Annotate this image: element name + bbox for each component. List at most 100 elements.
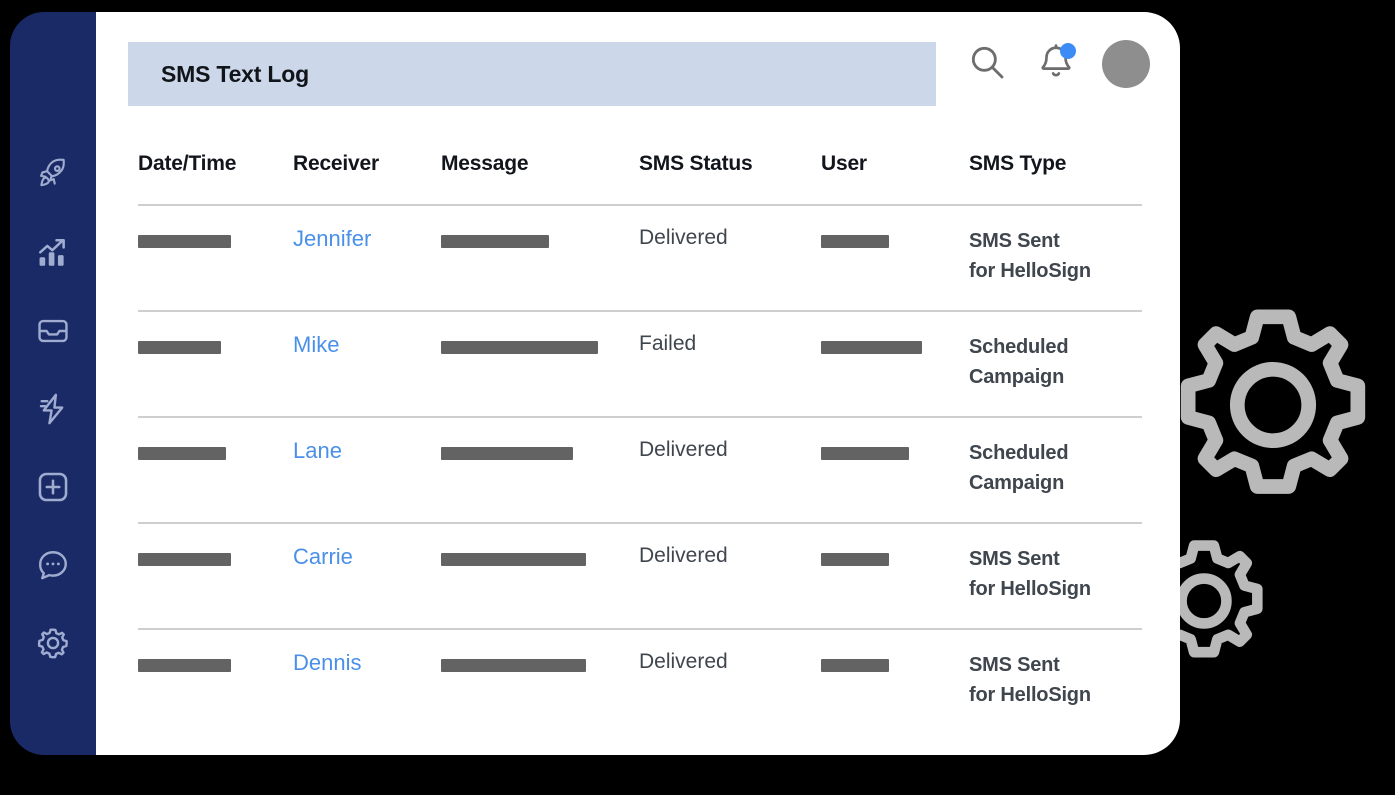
column-header-sms-type: SMS Type [969,152,1067,175]
sidebar-item-automations[interactable] [30,386,76,432]
redaction-bar-message [441,235,549,248]
table-row[interactable]: Lane Delivered Scheduled Campaign [138,416,1142,522]
table-row[interactable]: Jennifer Delivered SMS Sent for HelloSign [138,204,1142,310]
sms-type-line-2: for HelloSign [969,578,1091,600]
sms-type-line-1: Scheduled [969,336,1069,358]
sms-status-text: Delivered [639,226,728,249]
cell-receiver: Dennis [293,650,441,676]
rocket-icon [36,158,70,192]
title-band: SMS Text Log [128,42,936,106]
sms-type-line-2: for HelloSign [969,684,1091,706]
cell-sms-type: SMS Sent for HelloSign [969,650,1142,710]
cell-user [821,544,969,566]
cell-user [821,226,969,248]
plus-square-icon [36,470,70,504]
redaction-bar-user [821,235,889,248]
redaction-bar-datetime [138,553,231,566]
cell-datetime [138,332,293,354]
cell-datetime [138,544,293,566]
receiver-link[interactable]: Lane [293,438,342,463]
receiver-link[interactable]: Mike [293,332,339,357]
cell-receiver: Carrie [293,544,441,570]
cell-datetime [138,438,293,460]
redaction-bar-user [821,447,909,460]
redaction-bar-datetime [138,341,221,354]
sms-type-line-2: Campaign [969,366,1065,388]
cell-sms-status: Delivered [639,438,821,462]
table-row[interactable]: Carrie Delivered SMS Sent for HelloSign [138,522,1142,628]
receiver-link[interactable]: Dennis [293,650,361,675]
main-card: SMS Text Log Date/Time Receiver Message … [96,12,1180,755]
sms-log-table: Date/Time Receiver Message SMS Status Us… [138,152,1142,734]
cell-sms-status: Failed [639,332,821,356]
cell-sms-status: Delivered [639,650,821,674]
receiver-link[interactable]: Carrie [293,544,353,569]
table-row[interactable]: Dennis Delivered SMS Sent for HelloSign [138,628,1142,734]
cell-receiver: Mike [293,332,441,358]
redaction-bar-user [821,553,889,566]
sms-type-line-1: SMS Sent [969,230,1060,252]
cell-user [821,438,969,460]
sms-type-line-1: Scheduled [969,442,1069,464]
redaction-bar-message [441,447,573,460]
cell-user [821,332,969,354]
cell-receiver: Jennifer [293,226,441,252]
lightning-bolt-icon [36,392,70,426]
screen: SMS Text Log Date/Time Receiver Message … [0,0,1395,795]
column-header-sms-status: SMS Status [639,152,753,175]
sms-type-line-2: for HelloSign [969,260,1091,282]
search-button[interactable] [964,41,1010,87]
cell-sms-status: Delivered [639,226,821,250]
sidebar-item-messages[interactable] [30,542,76,588]
inbox-icon [36,314,70,348]
sms-status-text: Failed [639,332,697,355]
cell-datetime [138,226,293,248]
cell-user [821,650,969,672]
sms-type-line-1: SMS Sent [969,548,1060,570]
sidebar-item-add[interactable] [30,464,76,510]
cell-sms-status: Delivered [639,544,821,568]
user-avatar[interactable] [1102,40,1150,88]
gear-icon [36,626,70,660]
redaction-bar-datetime [138,447,226,460]
sidebar-item-rocket[interactable] [30,152,76,198]
column-header-datetime: Date/Time [138,152,237,175]
cell-datetime [138,650,293,672]
cell-message [441,332,639,354]
chat-bubble-icon [36,548,70,582]
page-title: SMS Text Log [161,60,309,87]
top-bar-actions [964,40,1150,88]
sms-type-line-1: SMS Sent [969,654,1060,676]
redaction-bar-message [441,553,586,566]
sms-type-line-2: Campaign [969,472,1065,494]
cell-receiver: Lane [293,438,441,464]
sms-status-text: Delivered [639,438,728,461]
sms-status-text: Delivered [639,544,728,567]
table-body: Jennifer Delivered SMS Sent for HelloSign Mi… [138,204,1142,734]
sidebar-item-settings[interactable] [30,620,76,666]
cell-sms-type: SMS Sent for HelloSign [969,226,1142,286]
redaction-bar-datetime [138,235,231,248]
column-header-receiver: Receiver [293,152,379,175]
search-icon [967,42,1007,87]
sidebar-item-inbox[interactable] [30,308,76,354]
redaction-bar-message [441,659,586,672]
top-bar: SMS Text Log [96,12,1180,122]
redaction-bar-message [441,341,598,354]
table-header-row: Date/Time Receiver Message SMS Status Us… [138,152,1142,204]
sms-status-text: Delivered [639,650,728,673]
sidebar-item-analytics[interactable] [30,230,76,276]
receiver-link[interactable]: Jennifer [293,226,371,251]
redaction-bar-user [821,659,889,672]
column-header-user: User [821,152,867,175]
table-row[interactable]: Mike Failed Scheduled Campaign [138,310,1142,416]
cell-message [441,544,639,566]
cell-message [441,438,639,460]
cell-message [441,226,639,248]
large-gear-decoration [1180,309,1366,494]
redaction-bar-user [821,341,922,354]
redaction-bar-datetime [138,659,231,672]
cell-sms-type: Scheduled Campaign [969,332,1142,392]
column-header-message: Message [441,152,529,175]
notifications-button[interactable] [1033,41,1079,87]
